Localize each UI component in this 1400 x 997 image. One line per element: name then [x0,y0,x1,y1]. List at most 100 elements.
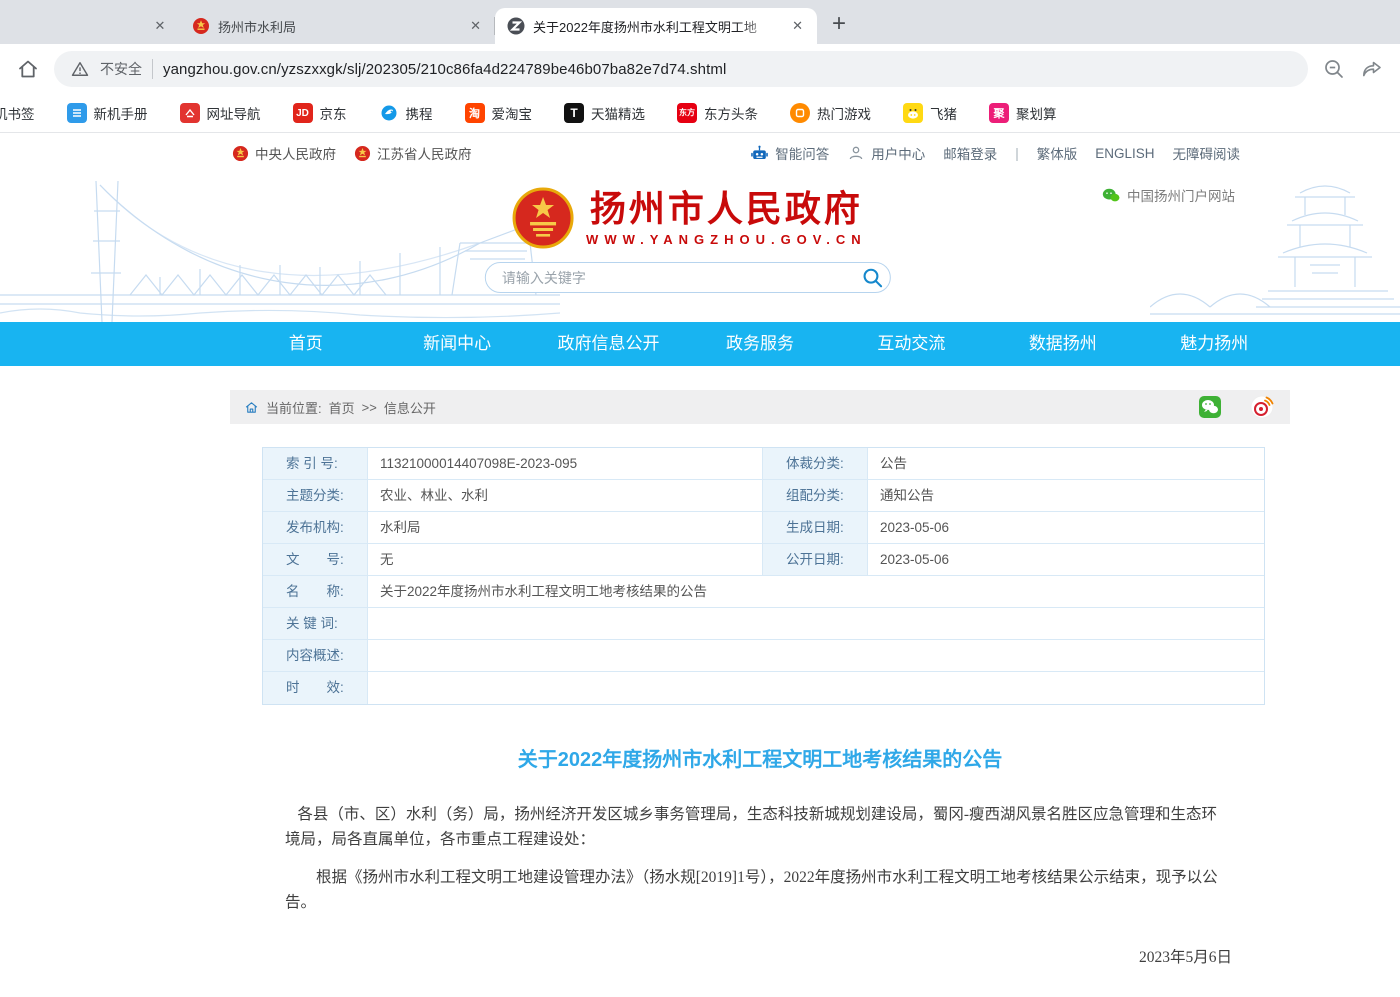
site-logo[interactable]: 扬州市人民政府 WWW.YANGZHOU.GOV.CN [512,187,867,249]
article-date: 2023年5月6日 [230,945,1232,967]
tool-label: 繁体版 [1037,143,1078,163]
breadcrumb-current[interactable]: 信息公开 [384,398,436,417]
url-text[interactable]: yangzhou.gov.cn/yzszxxgk/slj/202305/210c… [163,61,726,78]
meta-label: 发布机构: [263,512,368,544]
bookmark-tmall[interactable]: T 天猫精选 [564,103,645,123]
nav-item-home[interactable]: 首页 [230,322,381,366]
tab-active-announcement[interactable]: 关于2022年度扬州市水利工程文明工地 ✕ [495,8,817,44]
table-row: 名 称: 关于2022年度扬州市水利工程文明工地考核结果的公告 [263,576,1264,608]
traditional-version-link[interactable]: 繁体版 [1037,143,1078,163]
taobao-icon: 淘 [465,103,485,123]
meta-value: 农业、林业、水利 [368,480,763,512]
nav-item-info-disclosure[interactable]: 政府信息公开 [533,322,684,366]
url-field[interactable]: 不安全 yangzhou.gov.cn/yzszxxgk/slj/202305/… [54,51,1308,87]
bookmark-ctrip[interactable]: 携程 [379,103,433,123]
tool-label: 智能问答 [775,143,829,163]
breadcrumb-home-link[interactable]: 首页 [329,398,355,417]
tool-label: 无障碍阅读 [1173,143,1241,163]
document-meta-table: 索 引 号: 11321000014407098E-2023-095 体裁分类:… [262,447,1265,705]
link-jiangsu-government[interactable]: 江苏省人民政府 [354,143,472,163]
breadcrumb-home-icon [244,400,259,415]
meta-label: 主题分类: [263,480,368,512]
bookmark-label: 聚划算 [1016,103,1057,123]
bookmark-jd[interactable]: JD 京东 [293,103,347,123]
wechat-share-icon[interactable] [1198,395,1222,419]
table-row: 发布机构: 水利局 生成日期: 2023-05-06 [263,512,1264,544]
home-icon[interactable] [16,57,40,81]
search-input[interactable] [486,270,856,286]
nav-item-charm[interactable]: 魅力扬州 [1139,322,1290,366]
address-bar: 不安全 yangzhou.gov.cn/yzszxxgk/slj/202305/… [0,44,1400,94]
ctrip-dolphin-icon [379,103,399,123]
national-emblem-icon [512,187,574,249]
not-secure-warning-icon[interactable] [70,59,90,79]
nav-item-interaction[interactable]: 互动交流 [836,322,987,366]
main-nav: 首页 新闻中心 政府信息公开 政务服务 互动交流 数据扬州 魅力扬州 [0,322,1400,366]
tab-title: 关于2022年度扬州市水利工程文明工地 [533,17,782,36]
tab-title: 扬州市水利局 [218,17,460,36]
bookmark-juhuasuan[interactable]: 聚 聚划算 [989,103,1057,123]
table-row: 主题分类: 农业、林业、水利 组配分类: 通知公告 [263,480,1264,512]
meta-value: 关于2022年度扬州市水利工程文明工地考核结果的公告 [368,576,1264,608]
share-icon[interactable] [1360,57,1384,81]
bookmark-label: 飞猪 [930,103,957,123]
meta-value: 通知公告 [868,480,1264,512]
mail-login-link[interactable]: 邮箱登录 [943,143,997,163]
tools-divider: | [1015,146,1019,161]
gov-emblem-icon [232,145,249,162]
meta-label: 体裁分类: [763,448,868,480]
nav-item-news[interactable]: 新闻中心 [381,322,532,366]
browser-window: ✕ 扬州市水利局 ✕ 关于2022年度扬州市水利工程文明工地 ✕ + [0,0,1400,997]
bookmark-label: 东方头条 [704,103,758,123]
link-central-government[interactable]: 中央人民政府 [232,143,336,163]
bookmark-fliggy[interactable]: 飞猪 [903,103,957,123]
accessibility-link[interactable]: 无障碍阅读 [1173,143,1241,163]
bridge-artwork [0,173,560,322]
bookmark-label: 热门游戏 [817,103,871,123]
meta-label: 内容概述: [263,640,368,672]
bookmark-phone-bookmarks[interactable]: 机书签 [0,103,35,123]
smart-qa-link[interactable]: 智能问答 [750,143,829,163]
tab-close-icon[interactable]: ✕ [788,16,807,36]
cutoff-tab-close-button[interactable]: ✕ [140,8,180,44]
nav-item-data[interactable]: 数据扬州 [987,322,1138,366]
zoom-out-icon[interactable] [1322,57,1346,81]
url-divider [152,59,153,79]
user-center-link[interactable]: 用户中心 [847,143,925,163]
link-label: 中央人民政府 [255,143,336,163]
new-tab-button[interactable]: + [823,8,855,40]
tab-yangzhou-water-bureau[interactable]: 扬州市水利局 ✕ [180,8,495,44]
meta-value: 2023-05-06 [868,544,1264,576]
bookmark-label: 网址导航 [207,103,261,123]
wechat-bubbles-icon [1102,187,1120,203]
breadcrumb-separator: >> [362,400,377,415]
site-name: 扬州市人民政府 [590,189,863,229]
portal-link[interactable]: 中国扬州门户网站 [1102,185,1235,205]
juhuasuan-icon: 聚 [989,103,1009,123]
portal-label: 中国扬州门户网站 [1127,185,1235,205]
bookmark-new-device-manual[interactable]: 新机手册 [67,103,148,123]
security-label[interactable]: 不安全 [100,59,142,79]
nav-item-services[interactable]: 政务服务 [684,322,835,366]
eastday-icon: 东方 [677,103,697,123]
bookmark-eastday[interactable]: 东方 东方头条 [677,103,758,123]
tmall-icon: T [564,103,584,123]
article-paragraph: 各县（市、区）水利（务）局，扬州经济开发区城乡事务管理局，生态科技新城规划建设局… [285,802,1232,852]
weibo-share-icon[interactable] [1250,395,1274,419]
meta-value: 公告 [868,448,1264,480]
bookmark-label: 新机手册 [94,103,148,123]
site-search [485,262,891,293]
tab-close-icon[interactable]: ✕ [466,16,485,36]
bookmark-hot-games[interactable]: 热门游戏 [790,103,871,123]
bookmark-aitaobao[interactable]: 淘 爱淘宝 [465,103,533,123]
bookmarks-bar: 机书签 新机手册 网址导航 JD 京东 携程 淘 爱淘宝 [0,94,1400,133]
english-version-link[interactable]: ENGLISH [1095,146,1154,161]
bookmark-url-navigation[interactable]: 网址导航 [180,103,261,123]
meta-value: 水利局 [368,512,763,544]
meta-value [368,608,1264,640]
table-row: 时 效: [263,672,1264,704]
meta-label: 时 效: [263,672,368,704]
bookmark-label: 京东 [320,103,347,123]
table-row: 索 引 号: 11321000014407098E-2023-095 体裁分类:… [263,448,1264,480]
search-button[interactable] [856,267,890,289]
